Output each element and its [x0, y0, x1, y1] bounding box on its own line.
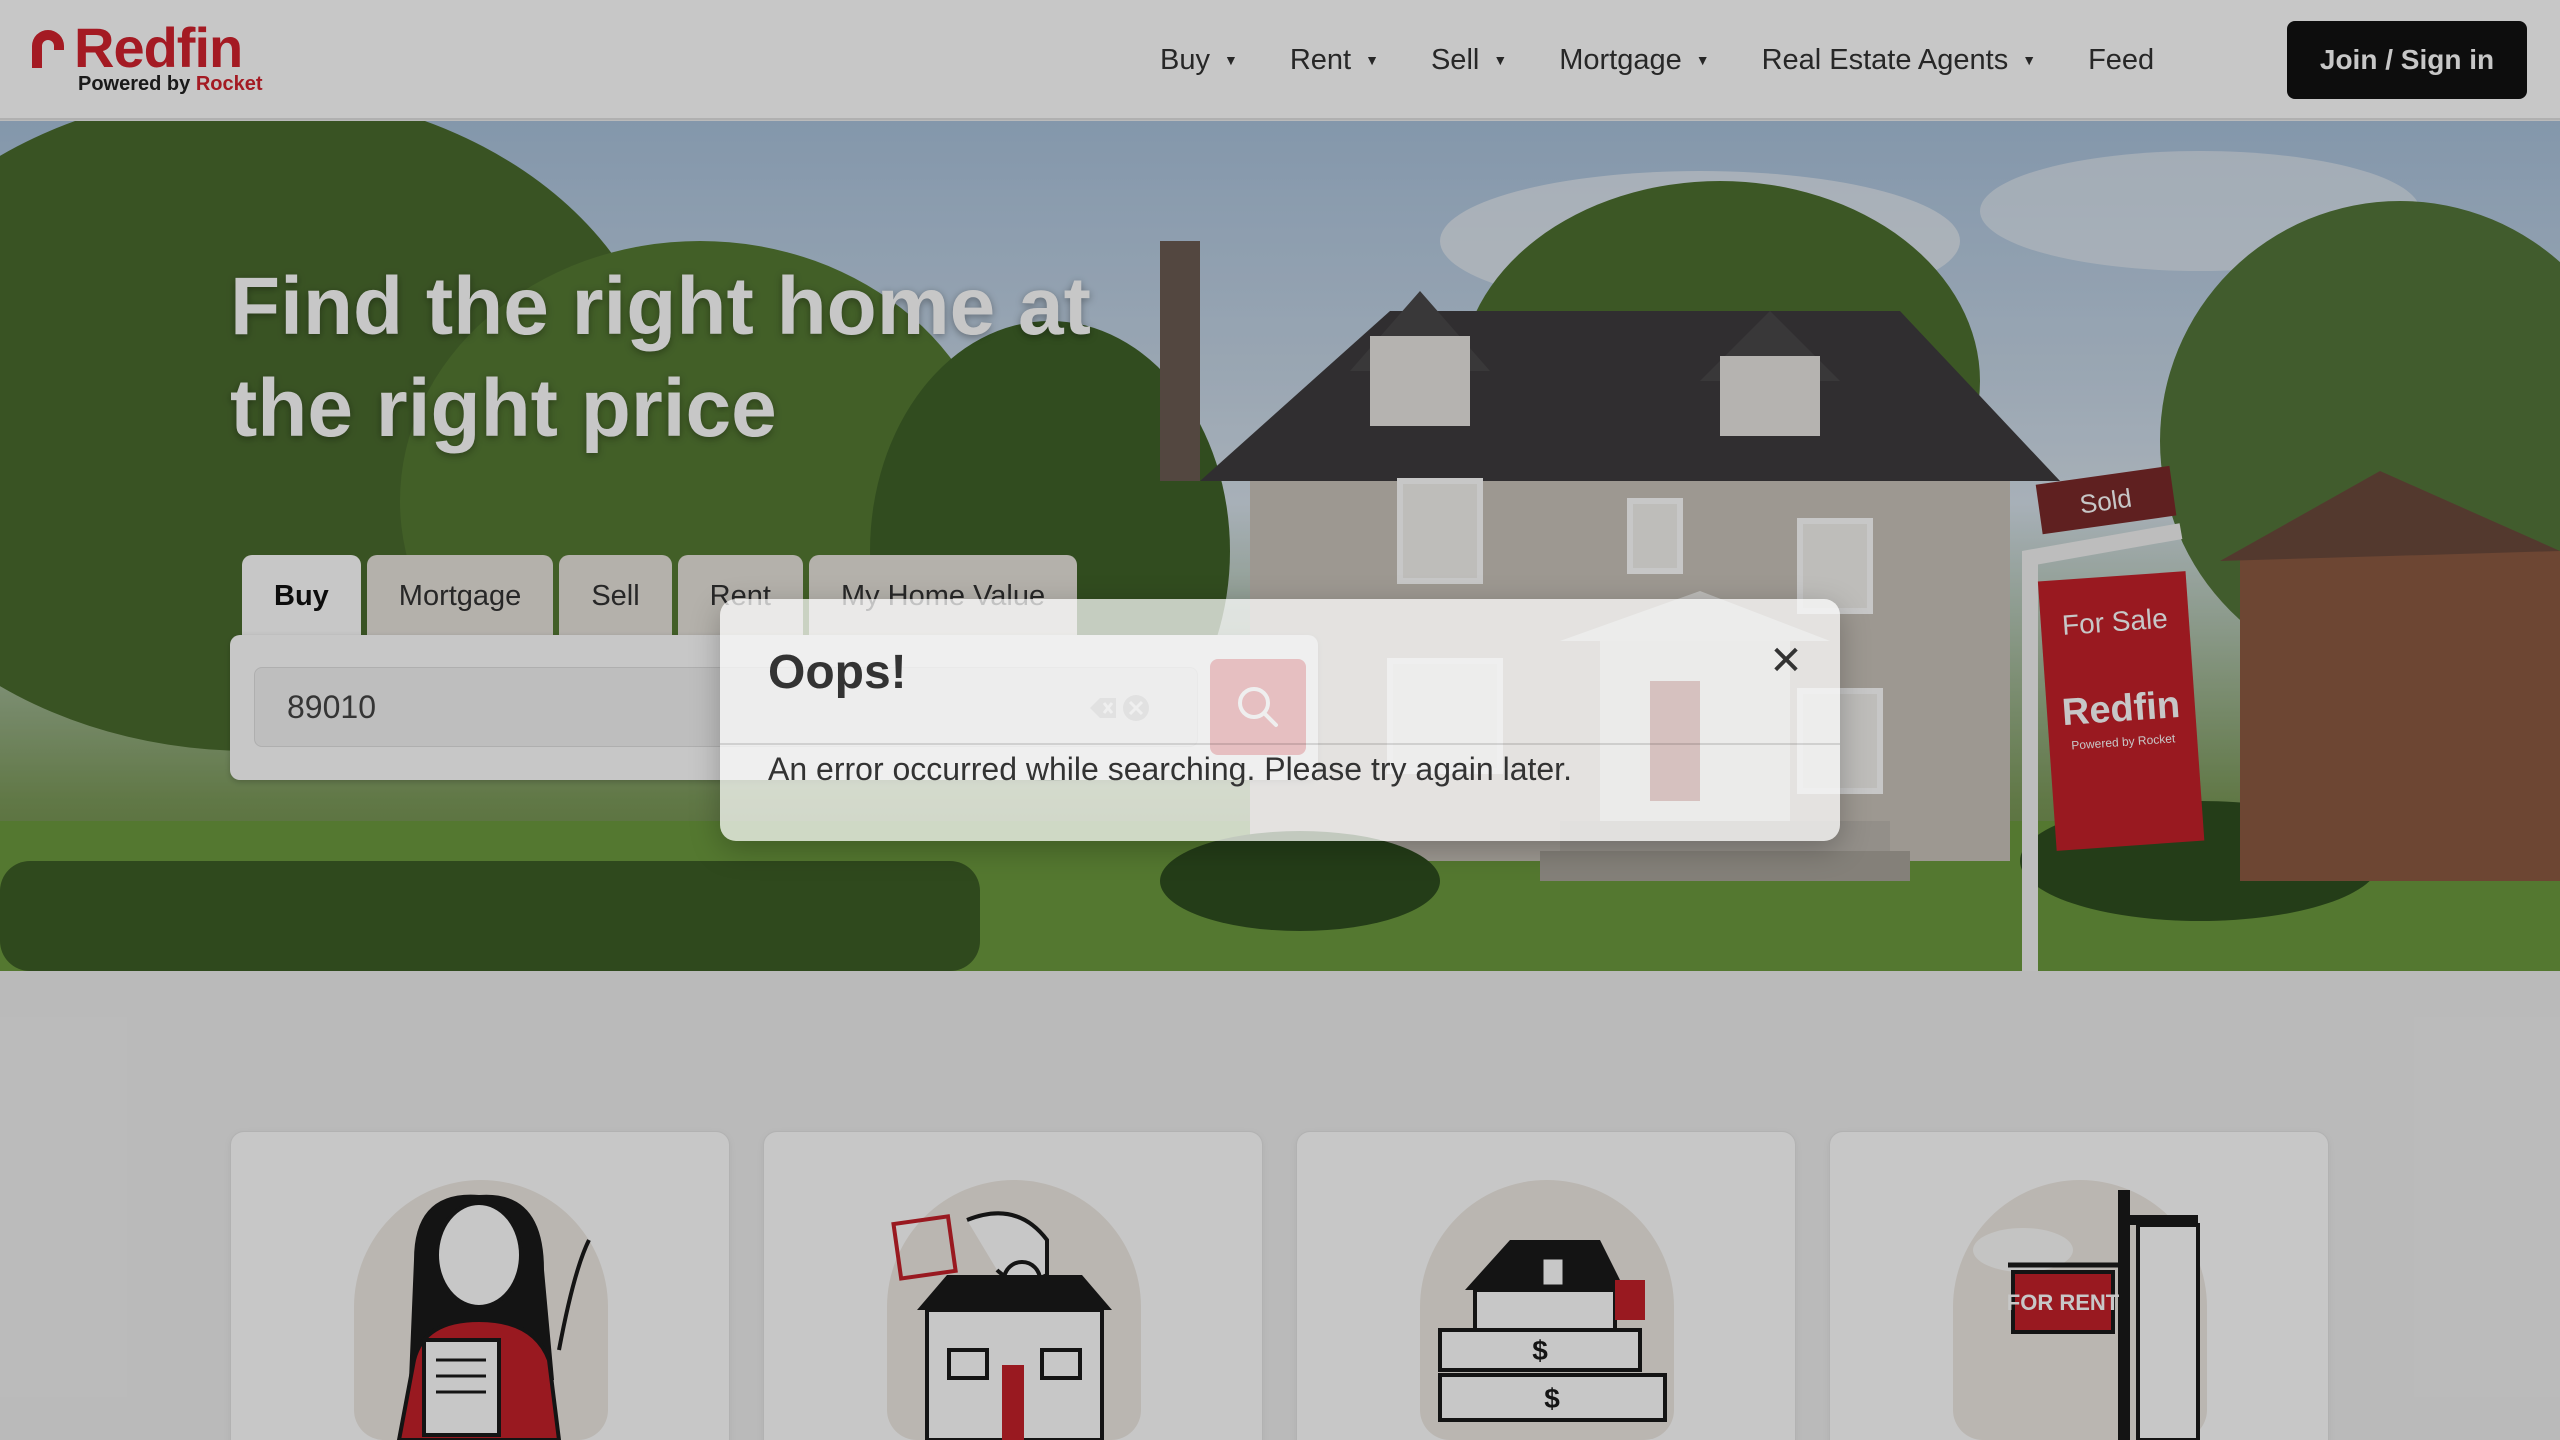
error-dialog: Oops! ✕ An error occurred while searchin… — [720, 599, 1840, 841]
dialog-title: Oops! — [768, 646, 907, 699]
close-icon[interactable]: ✕ — [1760, 635, 1812, 687]
dialog-message: An error occurred while searching. Pleas… — [768, 751, 1572, 787]
